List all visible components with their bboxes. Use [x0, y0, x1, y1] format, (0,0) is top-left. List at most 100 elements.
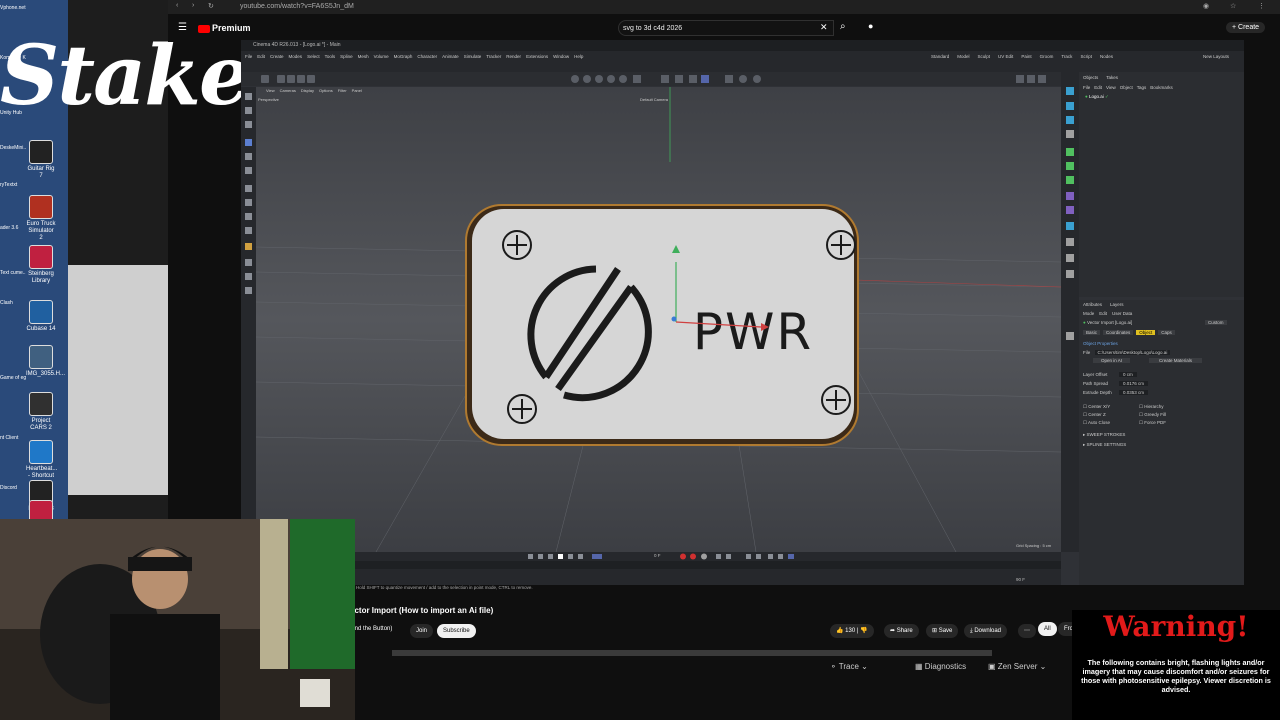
hamburger-icon[interactable]: ☰ — [178, 22, 187, 33]
desktop-icon-label[interactable]: ryTextxt — [0, 182, 26, 188]
attr-mode-dropdown[interactable]: Custom — [1205, 320, 1227, 325]
desktop-icon-4[interactable]: IMG_3055.H... — [26, 345, 65, 395]
layout-tab-3[interactable]: UV Edit — [998, 54, 1013, 59]
zen-server-button[interactable]: ▣ Zen Server ⌄ — [988, 662, 1046, 671]
visible-check-icon[interactable]: ✓ — [1105, 94, 1109, 99]
attr-subtab-0[interactable]: Basic — [1083, 330, 1101, 335]
chip-all[interactable]: All — [1038, 622, 1057, 636]
objects-menu-item-3[interactable]: Object — [1120, 85, 1133, 90]
viewport-menu-item-5[interactable]: Panel — [352, 88, 362, 93]
new-layouts[interactable]: New Layouts — [1203, 54, 1229, 59]
c4d-menu-item-5[interactable]: Tools — [325, 54, 336, 59]
objects-menu-item-1[interactable]: Edit — [1094, 85, 1102, 90]
clear-search-icon[interactable]: ✕ — [820, 22, 828, 33]
layout-tab-7[interactable]: Script — [1080, 54, 1092, 59]
desktop-icon-3[interactable]: Cubase 14 — [26, 300, 56, 350]
c4d-menu-item-14[interactable]: Render — [506, 54, 521, 59]
desktop-icon-2[interactable]: Steinberg Library — [26, 245, 56, 295]
layout-tab-5[interactable]: Groom — [1040, 54, 1054, 59]
desktop-icon-label[interactable]: nt Client — [0, 435, 26, 441]
end-frame[interactable]: 90 F — [1016, 577, 1025, 582]
c4d-menu-item-15[interactable]: Extensions — [526, 54, 548, 59]
microphone-icon[interactable]: ● — [868, 21, 873, 31]
desktop-icon-label[interactable]: Clash — [0, 300, 26, 306]
back-icon[interactable]: ‹ — [176, 2, 178, 9]
c4d-menu-item-8[interactable]: Volume — [374, 54, 389, 59]
desktop-icon-label[interactable]: ader 3.6 — [0, 225, 26, 231]
c4d-menu-item-6[interactable]: Spline — [340, 54, 353, 59]
trace-button[interactable]: ⚬ Trace ⌄ — [830, 662, 868, 671]
attributes-menu-item-2[interactable]: User Data — [1112, 311, 1132, 316]
viewport-menu-item-3[interactable]: Options — [319, 88, 333, 93]
file-path-field[interactable]: C:\Users\tim\Desktop\Logo\Logo.ai — [1094, 350, 1171, 355]
desktop-icon-label[interactable]: Text cume... — [0, 270, 26, 276]
diagnostics-button[interactable]: ▦ Diagnostics — [915, 662, 966, 671]
like-button[interactable]: 👍 130 | 👎 — [830, 624, 874, 638]
c4d-menu-item-13[interactable]: Tracker — [486, 54, 501, 59]
objects-menu-item-0[interactable]: File — [1083, 85, 1090, 90]
subscribe-button[interactable]: Subscribe — [437, 624, 476, 638]
join-button[interactable]: Join — [410, 624, 434, 638]
checkbox[interactable]: ☐ Center X/Y — [1083, 404, 1139, 410]
c4d-menu-item-9[interactable]: MoGraph — [394, 54, 413, 59]
objects-tab-0[interactable]: Objects — [1083, 75, 1098, 80]
save-button[interactable]: ⊞ Save — [926, 624, 959, 638]
pwr-logo-plate[interactable]: PWR — [465, 204, 859, 446]
collapsible-section-1[interactable]: ▸ SPLINE SETTINGS — [1083, 442, 1126, 452]
objects-tab-1[interactable]: Takes — [1106, 75, 1118, 80]
layout-tab-2[interactable]: Sculpt — [978, 54, 991, 59]
attributes-menu-item-1[interactable]: Edit — [1099, 311, 1107, 316]
channel-name[interactable]: hind the Button) — [350, 626, 392, 632]
checkbox[interactable]: ☐ Hierarchy — [1139, 404, 1164, 409]
current-frame[interactable]: 0 F — [654, 553, 661, 558]
menu-icon[interactable]: ⋮ — [1258, 2, 1265, 10]
attr-subtab-1[interactable]: Coordinates — [1103, 330, 1134, 335]
objects-menu-item-4[interactable]: Tags — [1137, 85, 1147, 90]
search-icon[interactable]: ⌕ — [840, 21, 846, 32]
param-value-field[interactable]: 0 cm — [1119, 372, 1137, 377]
desktop-icon-1[interactable]: Euro Truck Simulator 2 — [26, 195, 56, 245]
viewport-menu-item-1[interactable]: Cameras — [280, 88, 296, 93]
c4d-menu-item-17[interactable]: Help — [574, 54, 583, 59]
layout-tab-8[interactable]: Nodes — [1100, 54, 1113, 59]
c4d-menu-item-7[interactable]: Mesh — [358, 54, 369, 59]
viewport-menu-item-4[interactable]: Filter — [338, 88, 347, 93]
desktop-icon-label[interactable]: Vphone.net — [0, 5, 26, 11]
c4d-viewport[interactable]: PWR — [255, 87, 1062, 553]
layout-tab-1[interactable]: Model — [957, 54, 969, 59]
object-row-logo[interactable]: ● Logo.ai ✓ — [1085, 94, 1109, 100]
c4d-menu-item-16[interactable]: Window — [553, 54, 569, 59]
url-text[interactable]: youtube.com/watch?v=FA6S5Jn_dM — [240, 3, 354, 10]
checkbox[interactable]: ☐ Auto Close — [1083, 420, 1139, 426]
desktop-icon-label[interactable]: DeskeMini... — [0, 145, 26, 151]
attributes-menu-item-0[interactable]: Mode — [1083, 311, 1094, 316]
checkbox[interactable]: ☐ Greedy Fill — [1139, 412, 1166, 417]
youtube-logo[interactable]: Premium — [198, 23, 251, 33]
forward-icon[interactable]: › — [192, 2, 194, 9]
c4d-timeline[interactable]: 0 F 90 F — [256, 552, 1061, 585]
c4d-menu-item-2[interactable]: Create — [270, 54, 284, 59]
viewport-menu-item-0[interactable]: View — [266, 88, 275, 93]
create-button[interactable]: + Create — [1226, 22, 1266, 33]
attr-subtab-2[interactable]: Object — [1136, 330, 1156, 335]
profile-icon[interactable]: ◉ — [1203, 2, 1209, 10]
attr-subtab-3[interactable]: Caps — [1158, 330, 1175, 335]
c4d-menu-item-3[interactable]: Modes — [289, 54, 303, 59]
layout-tab-4[interactable]: Paint — [1021, 54, 1031, 59]
desktop-icon-8[interactable]: Steinberg Downloa... — [26, 500, 56, 520]
desktop-icon-0[interactable]: Guitar Rig 7 — [26, 140, 56, 190]
objects-menu-item-5[interactable]: Bookmarks — [1150, 85, 1173, 90]
param-value-field[interactable]: 0.0176 cm — [1119, 381, 1149, 386]
reload-icon[interactable]: ↻ — [208, 2, 214, 10]
checkbox[interactable]: ☐ Force PDF — [1139, 420, 1166, 425]
create-materials-button[interactable]: Create Materials — [1149, 358, 1203, 363]
c4d-menu-item-0[interactable]: File — [245, 54, 252, 59]
c4d-menu-item-1[interactable]: Edit — [257, 54, 265, 59]
attributes-tab-1[interactable]: Layers — [1110, 302, 1124, 307]
checkbox[interactable]: ☐ Center Z — [1083, 412, 1139, 418]
more-actions-icon[interactable]: ⋯ — [1018, 624, 1036, 638]
desktop-icon-label[interactable]: Game of egends — [0, 375, 26, 381]
star-icon[interactable]: ☆ — [1230, 2, 1236, 10]
desktop-icon-5[interactable]: Project CARS 2 — [26, 392, 56, 442]
layout-tab-6[interactable]: Track — [1061, 54, 1072, 59]
